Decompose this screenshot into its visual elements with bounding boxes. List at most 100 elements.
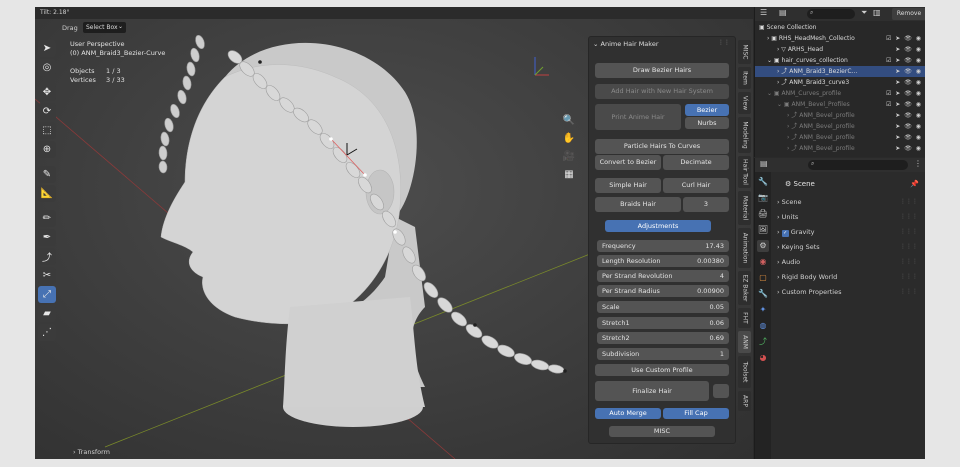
tab-animation[interactable]: Animation xyxy=(738,228,751,268)
rotate-icon[interactable]: ⟳ xyxy=(38,103,56,120)
new-collection-icon[interactable]: ▥ xyxy=(873,8,881,17)
frequency-field[interactable]: Frequency 17.43 xyxy=(597,240,729,252)
per-strand-radius-field[interactable]: Per Strand Radius 0.00900 xyxy=(597,285,729,297)
curve-pen-icon[interactable]: ⤴ xyxy=(38,248,56,265)
panel-gravity[interactable]: › ✓ Gravity ⋮⋮⋮ xyxy=(777,225,922,239)
tab-view[interactable]: View xyxy=(738,92,751,114)
tab-arp[interactable]: ARP xyxy=(738,391,751,411)
object-tab-icon[interactable]: ▢ xyxy=(757,272,769,284)
material-tab-icon[interactable]: ◕ xyxy=(757,352,769,364)
modifier-tab-icon[interactable]: 🔧 xyxy=(757,288,769,300)
drag-handle-icon[interactable]: ⋮⋮ xyxy=(718,39,730,46)
measure-icon[interactable]: 📐 xyxy=(38,185,56,202)
particles-tab-icon[interactable]: ✦ xyxy=(757,304,769,316)
draw-bezier-button[interactable]: Draw Bezier Hairs xyxy=(595,63,729,78)
outliner-search-input[interactable]: ⌕ xyxy=(807,9,855,19)
use-custom-profile-button[interactable]: Use Custom Profile xyxy=(595,364,729,376)
panel-audio[interactable]: › Audio ⋮⋮⋮ xyxy=(777,255,922,269)
select-mode-dropdown[interactable]: Select Box ⌄ xyxy=(83,22,126,33)
finalize-hair-button[interactable]: Finalize Hair xyxy=(595,381,709,401)
outliner-editor-icon[interactable]: ☰ xyxy=(760,8,767,17)
move-icon[interactable]: ✥ xyxy=(38,84,56,101)
outliner-row-bevel-profile[interactable]: › ⤴ ANM_Bevel_profile ➤ 👁 ◉ xyxy=(755,143,925,154)
braids-count-field[interactable]: 3 xyxy=(683,197,729,212)
tab-anm[interactable]: ANM xyxy=(738,331,751,353)
camera-icon[interactable]: 🎥 xyxy=(562,150,576,164)
particle-to-curves-button[interactable]: Particle Hairs To Curves xyxy=(595,139,729,154)
scale-icon[interactable]: ⬚ xyxy=(38,122,56,139)
panel-rigid-body-world[interactable]: › Rigid Body World ⋮⋮⋮ xyxy=(777,270,922,284)
outliner-row-bevel-profile[interactable]: › ⤴ ANM_Bevel_profile ➤ 👁 ◉ xyxy=(755,132,925,143)
display-mode-icon[interactable]: ▤ xyxy=(779,8,787,17)
zoom-icon[interactable]: 🔍 xyxy=(562,114,576,128)
outliner-row-curves-profile[interactable]: ⌄ ▣ ANM_Curves_profile ☑ ➤ 👁 ◉ xyxy=(755,88,925,99)
tab-hair-tool[interactable]: Hair Tool xyxy=(738,156,751,188)
select-cursor-icon[interactable]: ➤ xyxy=(38,40,56,57)
add-hair-system-button[interactable]: Add Hair with New Hair System xyxy=(595,84,729,99)
tab-modeling[interactable]: Modeling xyxy=(738,117,751,153)
transform-panel-toggle[interactable]: › Transform xyxy=(73,448,110,456)
output-tab-icon[interactable]: 🖨 xyxy=(757,208,769,220)
tool-tab-icon[interactable]: 🔧 xyxy=(757,176,769,188)
3d-viewport[interactable]: Tilt: 2.18° Drag Select Box ⌄ User Persp… xyxy=(35,7,753,459)
panel-units[interactable]: › Units ⋮⋮⋮ xyxy=(777,210,922,224)
outliner-row-scene-collection[interactable]: ▣ Scene Collection xyxy=(755,22,925,33)
stretch1-field[interactable]: Stretch1 0.06 xyxy=(597,317,729,329)
world-tab-icon[interactable]: ◉ xyxy=(757,256,769,268)
scale-field[interactable]: Scale 0.05 xyxy=(597,301,729,313)
bezier-toggle[interactable]: Bezier xyxy=(685,104,729,116)
properties-search-input[interactable]: ⌕ xyxy=(808,160,908,170)
per-strand-revolution-field[interactable]: Per Strand Revolution 4 xyxy=(597,270,729,282)
tilt-icon[interactable]: ✂ xyxy=(38,267,56,284)
tab-ez-baker[interactable]: EZ Baker xyxy=(738,271,751,305)
outliner-row-hair-collection[interactable]: ⌄ ▣ hair_curves_collection ☑ ➤ 👁 ◉ xyxy=(755,55,925,66)
view-layer-tab-icon[interactable]: 🖼 xyxy=(757,224,769,236)
filter-icon[interactable]: ⏷ xyxy=(861,8,867,18)
visibility-icons[interactable]: ☑ ➤ 👁 ◉ xyxy=(886,33,922,44)
misc-button[interactable]: MISC xyxy=(609,426,715,437)
outliner-row-headmesh[interactable]: › ▣ RHS_HeadMesh_Collectio ☑ ➤ 👁 ◉ xyxy=(755,33,925,44)
fill-cap-toggle[interactable]: Fill Cap xyxy=(663,408,729,419)
panel-keying-sets[interactable]: › Keying Sets ⋮⋮⋮ xyxy=(777,240,922,254)
tab-material[interactable]: Material xyxy=(738,191,751,225)
tab-misc[interactable]: MISC xyxy=(738,40,751,64)
outliner-row-braid-curve[interactable]: › ⤴ ANM_Braid3_curve3 ➤ 👁 ◉ xyxy=(755,77,925,88)
braids-hair-button[interactable]: Braids Hair xyxy=(595,197,681,212)
finalize-options-checkbox[interactable] xyxy=(713,384,729,398)
extrude-icon[interactable]: ▰ xyxy=(38,305,56,322)
nurbs-toggle[interactable]: Nurbs xyxy=(685,117,729,129)
subdivision-field[interactable]: Subdivision 1 xyxy=(597,348,729,360)
draw-icon[interactable]: ✏ xyxy=(38,210,56,227)
radius-icon[interactable]: ⤢ xyxy=(38,286,56,303)
options-icon[interactable]: ⋮ xyxy=(914,159,922,168)
annotate-icon[interactable]: ✎ xyxy=(38,166,56,183)
auto-merge-toggle[interactable]: Auto Merge xyxy=(595,408,661,419)
tab-fht[interactable]: FHT xyxy=(738,308,751,328)
outliner-row-head[interactable]: › ▽ ARHS_Head ➤ 👁 ◉ xyxy=(755,44,925,55)
remove-button[interactable]: Remove xyxy=(892,8,925,20)
tab-toolset[interactable]: Toolset xyxy=(738,356,751,388)
length-resolution-field[interactable]: Length Resolution 0.00380 xyxy=(597,255,729,267)
render-tab-icon[interactable]: 📷 xyxy=(757,192,769,204)
pin-icon[interactable]: 📌 xyxy=(910,180,919,188)
print-hair-button[interactable]: Print Anime Hair xyxy=(595,104,681,130)
simple-hair-button[interactable]: Simple Hair xyxy=(595,178,661,193)
stretch2-field[interactable]: Stretch2 0.69 xyxy=(597,332,729,344)
decimate-button[interactable]: Decimate xyxy=(663,155,729,170)
tab-item[interactable]: Item xyxy=(738,67,751,89)
scene-tab-icon[interactable]: ⚙ xyxy=(757,240,769,252)
panel-scene[interactable]: › Scene ⋮⋮⋮ xyxy=(777,195,922,209)
outliner-row-bevel-profile[interactable]: › ⤴ ANM_Bevel_profile ➤ 👁 ◉ xyxy=(755,110,925,121)
convert-to-bezier-button[interactable]: Convert to Bezier xyxy=(595,155,661,170)
randomize-icon[interactable]: ⋰ xyxy=(38,324,56,341)
pen-icon[interactable]: ✒ xyxy=(38,229,56,246)
data-tab-icon[interactable]: ⤴ xyxy=(757,336,769,348)
curl-hair-button[interactable]: Curl Hair xyxy=(663,178,729,193)
gravity-checkbox[interactable]: ✓ xyxy=(781,230,789,237)
pan-hand-icon[interactable]: ✋ xyxy=(562,132,576,146)
adjustments-tab[interactable]: Adjustments xyxy=(605,220,711,232)
outliner-row-bevel-profiles[interactable]: ⌄ ▣ ANM_Bevel_Profiles ☑ ➤ 👁 ◉ xyxy=(755,99,925,110)
cursor-icon[interactable]: ◎ xyxy=(38,59,56,76)
physics-tab-icon[interactable]: ◍ xyxy=(757,320,769,332)
grid-icon[interactable]: ▦ xyxy=(562,168,576,182)
